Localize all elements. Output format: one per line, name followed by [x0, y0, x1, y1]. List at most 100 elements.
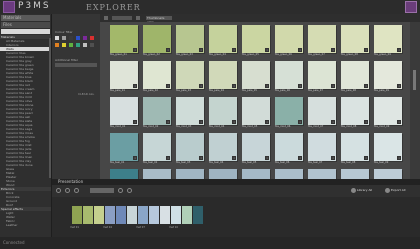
info-icon[interactable]: i	[265, 48, 269, 52]
tray-chip[interactable]	[171, 206, 181, 224]
material-tile[interactable]: i tile_teal_08	[341, 133, 370, 164]
material-tile[interactable]: i tile_mint_03	[176, 97, 205, 128]
info-icon[interactable]: i	[232, 120, 236, 124]
tray-chip[interactable]	[127, 206, 137, 224]
colour-swatch[interactable]	[76, 36, 80, 40]
view-mode-select[interactable]: Thumbnails view	[146, 16, 172, 24]
info-icon[interactable]: i	[397, 48, 401, 52]
material-tile[interactable]: itile_deep_02	[143, 169, 172, 179]
material-tile[interactable]: i tile_mint_01	[110, 97, 139, 128]
colour-swatch[interactable]	[55, 43, 59, 47]
material-tile[interactable]: i tile_teal_02	[143, 133, 172, 164]
library-all-button[interactable]: Library All	[350, 187, 372, 194]
colour-swatch[interactable]	[90, 43, 94, 47]
material-tile[interactable]: i tile_green_01	[110, 25, 139, 56]
export-all-button[interactable]: Export All	[384, 187, 406, 194]
back-icon[interactable]	[104, 16, 108, 20]
sidebar-search-input[interactable]	[1, 29, 50, 34]
material-tile[interactable]: itile_deep_01	[110, 169, 139, 179]
info-icon[interactable]: i	[331, 156, 335, 160]
material-tile[interactable]: i tile_pale_03	[176, 61, 205, 92]
tray-chip[interactable]	[182, 206, 192, 224]
settings-icon[interactable]	[74, 188, 79, 193]
tab-materials[interactable]: Materials	[1, 15, 50, 21]
remove-icon[interactable]	[65, 188, 70, 193]
material-tile[interactable]: i tile_teal_06	[275, 133, 304, 164]
info-icon[interactable]: i	[166, 120, 170, 124]
material-tile[interactable]: i tile_mint_07	[308, 97, 337, 128]
refresh-icon[interactable]	[118, 188, 123, 193]
material-tile[interactable]: i tile_pale_06	[275, 61, 304, 92]
info-icon[interactable]: i	[265, 156, 269, 160]
material-tile[interactable]: i tile_mint_08	[341, 97, 370, 128]
material-tile[interactable]: i tile_green_02	[143, 25, 172, 56]
info-icon[interactable]: i	[298, 120, 302, 124]
material-tile[interactable]: i tile_pale_01	[110, 61, 139, 92]
material-tile[interactable]: i tile_pale_02	[143, 61, 172, 92]
tray-chip[interactable]	[138, 206, 148, 224]
material-tile[interactable]: itile_deep_08	[341, 169, 370, 179]
info-icon[interactable]: i	[364, 120, 368, 124]
info-icon[interactable]: i	[199, 84, 203, 88]
info-icon[interactable]: i	[397, 156, 401, 160]
material-tile[interactable]: i tile_pale_07	[308, 61, 337, 92]
tray-chip[interactable]	[83, 206, 93, 224]
tray-chip[interactable]	[94, 206, 104, 224]
colour-swatch[interactable]	[83, 36, 87, 40]
scroll-thumb[interactable]	[413, 70, 416, 90]
info-icon[interactable]: i	[331, 48, 335, 52]
search-input[interactable]	[112, 16, 132, 20]
material-tile[interactable]: i tile_mint_09	[374, 97, 403, 128]
keyword-field[interactable]	[55, 63, 97, 67]
colour-swatch[interactable]	[62, 36, 66, 40]
material-tile[interactable]: i tile_mint_06	[275, 97, 304, 128]
info-icon[interactable]: i	[265, 84, 269, 88]
add-icon[interactable]	[56, 188, 61, 193]
info-icon[interactable]: i	[364, 84, 368, 88]
info-icon[interactable]: i	[364, 156, 368, 160]
material-tile[interactable]: itile_deep_06	[275, 169, 304, 179]
info-icon[interactable]: i	[331, 120, 335, 124]
material-tile[interactable]: i tile_teal_09	[374, 133, 403, 164]
grid-scrollbar[interactable]	[410, 22, 420, 179]
material-tile[interactable]: i tile_pale_05	[242, 61, 271, 92]
info-icon[interactable]: i	[133, 84, 137, 88]
material-tile[interactable]: i tile_teal_04	[209, 133, 238, 164]
tray-chip[interactable]	[105, 206, 115, 224]
info-icon[interactable]: i	[331, 84, 335, 88]
sidebar-scrollbar[interactable]	[49, 38, 51, 178]
menu-icon[interactable]	[136, 16, 140, 20]
info-icon[interactable]: i	[364, 48, 368, 52]
colour-swatch[interactable]	[62, 43, 66, 47]
info-icon[interactable]: i	[199, 48, 203, 52]
tab-files[interactable]: Files	[1, 22, 50, 28]
material-tile[interactable]: i tile_mint_02	[143, 97, 172, 128]
colour-swatch[interactable]	[83, 43, 87, 47]
sidebar-item[interactable]: Leather	[0, 223, 51, 227]
clear-all-link[interactable]: CLEAR ALL	[78, 92, 94, 96]
info-icon[interactable]: i	[232, 156, 236, 160]
avatar[interactable]	[405, 1, 417, 13]
material-tile[interactable]: i tile_teal_01	[110, 133, 139, 164]
material-tile[interactable]: i tile_teal_05	[242, 133, 271, 164]
info-icon[interactable]: i	[166, 84, 170, 88]
colour-swatch[interactable]	[69, 43, 73, 47]
info-icon[interactable]: i	[298, 156, 302, 160]
colour-swatch[interactable]	[55, 36, 59, 40]
material-tile[interactable]: i tile_teal_03	[176, 133, 205, 164]
material-tile[interactable]: i tile_green_03	[176, 25, 205, 56]
info-icon[interactable]: i	[232, 84, 236, 88]
info-icon[interactable]: i	[199, 120, 203, 124]
material-tile[interactable]: i tile_green_08	[341, 25, 370, 56]
info-icon[interactable]: i	[298, 84, 302, 88]
colour-swatch[interactable]	[69, 36, 73, 40]
tray-chip[interactable]	[160, 206, 170, 224]
info-icon[interactable]: i	[199, 156, 203, 160]
material-tile[interactable]: i tile_green_07	[308, 25, 337, 56]
tray-chip[interactable]	[149, 206, 159, 224]
info-icon[interactable]: i	[166, 156, 170, 160]
tray-chip[interactable]	[72, 206, 82, 224]
material-tile[interactable]: itile_deep_09	[374, 169, 403, 179]
info-icon[interactable]	[127, 188, 132, 193]
material-tile[interactable]: i tile_teal_07	[308, 133, 337, 164]
